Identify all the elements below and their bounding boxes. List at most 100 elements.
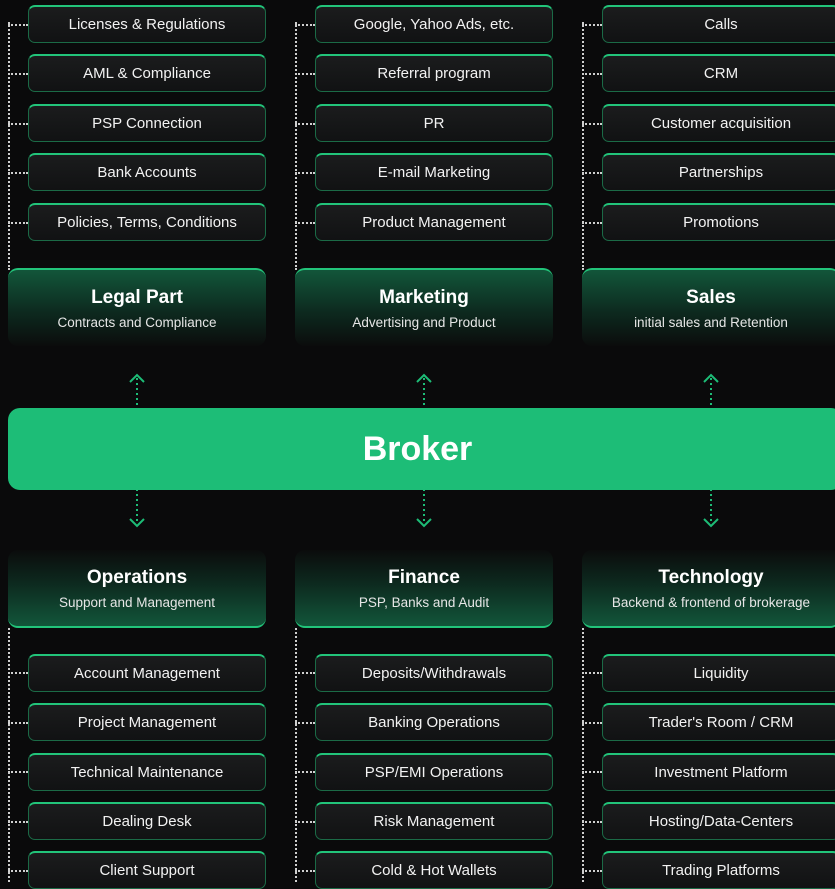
item-label: Calls <box>704 16 738 33</box>
item-label: Promotions <box>683 214 759 231</box>
item-label: Trader's Room / CRM <box>648 714 794 731</box>
item-label: CRM <box>703 65 739 82</box>
item-label: PR <box>423 115 445 132</box>
section-title: Sales <box>686 286 736 308</box>
finance-header: Finance PSP, Banks and Audit <box>295 550 553 628</box>
sales-item: Partnerships <box>602 153 835 191</box>
connector-tick <box>8 73 28 75</box>
item-label: Banking Operations <box>368 714 500 731</box>
item-label: Customer acquisition <box>650 115 792 132</box>
sales-header: Sales initial sales and Retention <box>582 268 835 346</box>
connector-tick <box>582 172 602 174</box>
connector-tick <box>295 172 315 174</box>
section-subtitle: Support and Management <box>58 594 216 610</box>
connector-line <box>295 628 297 882</box>
item-label: Account Management <box>74 665 220 682</box>
operations-header: Operations Support and Management <box>8 550 266 628</box>
sales-item: Promotions <box>602 203 835 241</box>
sales-item: Calls <box>602 5 835 43</box>
section-title: Finance <box>388 566 460 588</box>
connector-tick <box>8 771 28 773</box>
connector-tick <box>582 123 602 125</box>
item-label: AML & Compliance <box>83 65 211 82</box>
connector-tick <box>582 722 602 724</box>
item-label: Technical Maintenance <box>70 764 224 781</box>
connector-tick <box>295 222 315 224</box>
connector-tick <box>295 73 315 75</box>
connector-tick <box>582 73 602 75</box>
item-label: Policies, Terms, Conditions <box>57 214 237 231</box>
legal-item: Licenses & Regulations <box>28 5 266 43</box>
section-subtitle: PSP, Banks and Audit <box>358 594 490 610</box>
legal-item: AML & Compliance <box>28 54 266 92</box>
arrow-down-icon <box>703 489 719 528</box>
item-label: Project Management <box>77 714 217 731</box>
technology-item: Investment Platform <box>602 753 835 791</box>
connector-tick <box>8 222 28 224</box>
connector-tick <box>8 821 28 823</box>
section-subtitle: Contracts and Compliance <box>57 314 217 330</box>
technology-header: Technology Backend & frontend of brokera… <box>582 550 835 628</box>
connector-tick <box>8 123 28 125</box>
connector-line <box>8 628 10 882</box>
connector-line <box>8 22 10 270</box>
connector-tick <box>295 771 315 773</box>
connector-line <box>295 22 297 270</box>
arrow-down-icon <box>129 489 145 528</box>
operations-item: Dealing Desk <box>28 802 266 840</box>
arrow-down-icon <box>416 489 432 528</box>
legal-part-header: Legal Part Contracts and Compliance <box>8 268 266 346</box>
marketing-item: Google, Yahoo Ads, etc. <box>315 5 553 43</box>
technology-item: Trading Platforms <box>602 851 835 889</box>
connector-tick <box>295 821 315 823</box>
item-label: Cold & Hot Wallets <box>371 862 497 879</box>
operations-item: Client Support <box>28 851 266 889</box>
legal-item: Policies, Terms, Conditions <box>28 203 266 241</box>
finance-item: Risk Management <box>315 802 553 840</box>
item-label: Client Support <box>99 862 195 879</box>
connector-tick <box>8 24 28 26</box>
connector-tick <box>295 123 315 125</box>
item-label: Partnerships <box>678 164 764 181</box>
marketing-header: Marketing Advertising and Product <box>295 268 553 346</box>
item-label: Deposits/Withdrawals <box>361 665 507 682</box>
item-label: E-mail Marketing <box>377 164 491 181</box>
item-label: Risk Management <box>373 813 495 830</box>
connector-tick <box>8 672 28 674</box>
item-label: Licenses & Regulations <box>68 16 226 33</box>
finance-item: PSP/EMI Operations <box>315 753 553 791</box>
operations-item: Project Management <box>28 703 266 741</box>
connector-tick <box>295 870 315 872</box>
marketing-item: Product Management <box>315 203 553 241</box>
connector-tick <box>8 870 28 872</box>
technology-item: Hosting/Data-Centers <box>602 802 835 840</box>
marketing-item: Referral program <box>315 54 553 92</box>
connector-tick <box>582 771 602 773</box>
connector-tick <box>295 722 315 724</box>
sales-item: Customer acquisition <box>602 104 835 142</box>
sales-item: CRM <box>602 54 835 92</box>
item-label: Referral program <box>377 65 491 82</box>
item-label: Dealing Desk <box>102 813 192 830</box>
broker-bar: Broker <box>8 408 835 490</box>
item-label: Google, Yahoo Ads, etc. <box>353 16 515 33</box>
connector-tick <box>582 672 602 674</box>
section-subtitle: Advertising and Product <box>352 314 496 330</box>
section-subtitle: initial sales and Retention <box>634 314 788 330</box>
operations-item: Account Management <box>28 654 266 692</box>
item-label: Investment Platform <box>654 764 788 781</box>
marketing-item: E-mail Marketing <box>315 153 553 191</box>
broker-label: Broker <box>362 429 473 468</box>
connector-tick <box>8 722 28 724</box>
operations-item: Technical Maintenance <box>28 753 266 791</box>
legal-item: PSP Connection <box>28 104 266 142</box>
connector-tick <box>295 24 315 26</box>
item-label: PSP Connection <box>92 115 202 132</box>
connector-line <box>582 22 584 270</box>
section-title: Legal Part <box>91 286 183 308</box>
item-label: Bank Accounts <box>97 164 197 181</box>
section-subtitle: Backend & frontend of brokerage <box>611 594 811 610</box>
connector-tick <box>295 672 315 674</box>
connector-line <box>582 628 584 882</box>
connector-tick <box>8 172 28 174</box>
